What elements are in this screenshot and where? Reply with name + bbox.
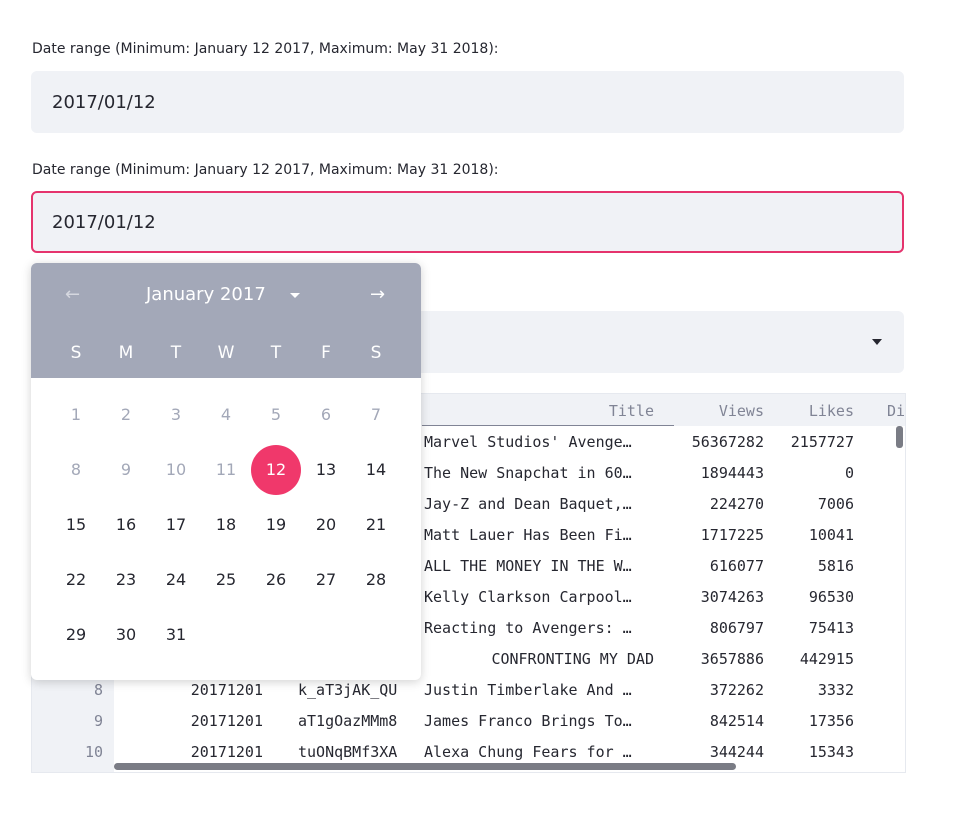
cell-views: 1717225 — [700, 526, 764, 544]
cell-views: 3657886 — [700, 650, 764, 668]
calendar-day[interactable]: 26 — [251, 555, 301, 605]
cell-video-id: aT1gOazMMm8 — [298, 712, 398, 730]
date-input-1[interactable] — [32, 72, 903, 132]
cell-views: 616077 — [709, 557, 764, 575]
cell-views: 806797 — [709, 619, 764, 637]
calendar-day: 3 — [170, 405, 182, 424]
calendar-day[interactable]: 17 — [151, 500, 201, 550]
calendar-day: 7 — [370, 405, 382, 424]
calendar-day[interactable]: 22 — [51, 555, 101, 605]
column-header-likes[interactable]: Likes — [772, 402, 854, 420]
cell-title: The New Snapchat in 60… — [424, 464, 632, 482]
calendar-day[interactable]: 20 — [301, 500, 351, 550]
horizontal-scrollbar[interactable] — [114, 763, 736, 770]
row-index: 10 — [84, 743, 103, 761]
cell-likes: 15343 — [808, 743, 854, 761]
date-input-1-wrapper — [31, 71, 904, 133]
calendar-day[interactable]: 13 — [301, 445, 351, 495]
calendar-day: 5 — [270, 405, 282, 424]
cell-likes: 3332 — [817, 681, 854, 699]
date-range-label-1: Date range (Minimum: January 12 2017, Ma… — [32, 41, 499, 57]
cell-likes: 17356 — [808, 712, 854, 730]
column-header-views[interactable]: Views — [672, 402, 764, 420]
cell-views: 372262 — [709, 681, 764, 699]
cell-views: 56367282 — [691, 433, 764, 451]
table-row[interactable]: 9 20171201 aT1gOazMMm8 James Franco Brings … — [32, 706, 905, 737]
cell-title: Matt Lauer Has Been Fi… — [424, 526, 632, 544]
cell-title: CONFRONTING MY DAD — [491, 650, 654, 668]
calendar-day[interactable]: 27 — [301, 555, 351, 605]
row-index: 9 — [93, 712, 103, 730]
calendar-day: 6 — [320, 405, 332, 424]
cell-title: Kelly Clarkson Carpool… — [424, 588, 632, 606]
cell-views: 3074263 — [700, 588, 764, 606]
calendar-day: 9 — [120, 460, 132, 479]
calendar-day[interactable]: 31 — [151, 610, 201, 660]
calendar-day[interactable]: 16 — [101, 500, 151, 550]
cell-likes: 5816 — [817, 557, 854, 575]
cell-title: James Franco Brings To… — [424, 712, 632, 730]
column-header-title[interactable]: Title — [572, 402, 654, 420]
cell-date: 20171201 — [190, 712, 263, 730]
cell-title: Marvel Studios' Avenge… — [424, 433, 632, 451]
calendar-day: 1 — [70, 405, 82, 424]
calendar-day: 2 — [120, 405, 132, 424]
cell-views: 224270 — [709, 495, 764, 513]
calendar-day[interactable]: 18 — [201, 500, 251, 550]
calendar-day[interactable]: 19 — [251, 500, 301, 550]
cell-title: Jay-Z and Dean Baquet,… — [424, 495, 632, 513]
cell-title: Reacting to Avengers: … — [424, 619, 632, 637]
calendar-day[interactable]: 14 — [351, 445, 401, 495]
calendar-day: 8 — [70, 460, 82, 479]
cell-likes: 442915 — [799, 650, 854, 668]
calendar-day: 10 — [165, 460, 187, 479]
cell-views: 1894443 — [700, 464, 764, 482]
cell-likes: 96530 — [808, 588, 854, 606]
calendar-day[interactable]: 23 — [101, 555, 151, 605]
cell-likes: 0 — [844, 464, 854, 482]
cell-likes: 7006 — [817, 495, 854, 513]
cell-likes: 75413 — [808, 619, 854, 637]
calendar-day: 11 — [215, 460, 237, 479]
calendar-day: 4 — [220, 405, 232, 424]
date-input-2-wrapper — [31, 191, 904, 253]
calendar-day-selected[interactable]: 12 — [251, 445, 301, 495]
date-range-label-2: Date range (Minimum: January 12 2017, Ma… — [32, 162, 499, 178]
cell-title: Justin Timberlake And … — [424, 681, 632, 699]
cell-likes: 2157727 — [790, 433, 854, 451]
calendar-day[interactable]: 28 — [351, 555, 401, 605]
date-input-2[interactable] — [33, 193, 902, 251]
vertical-scrollbar[interactable] — [896, 426, 903, 448]
cell-views: 842514 — [709, 712, 764, 730]
calendar-popup: ← January 2017 → SMTWTFS 1 2 3 4 5 6 7 8 9 10 11 12… — [31, 263, 421, 680]
calendar-day[interactable]: 21 — [351, 500, 401, 550]
calendar-day[interactable]: 15 — [51, 500, 101, 550]
calendar-day[interactable]: 29 — [51, 610, 101, 660]
calendar-day[interactable]: 24 — [151, 555, 201, 605]
header-underline — [422, 425, 674, 426]
cell-title: ALL THE MONEY IN THE W… — [424, 557, 632, 575]
cell-likes: 10041 — [808, 526, 854, 544]
calendar-day[interactable]: 25 — [201, 555, 251, 605]
calendar-day[interactable]: 30 — [101, 610, 151, 660]
column-header-di[interactable]: Di — [887, 402, 905, 420]
chevron-down-icon — [872, 339, 882, 345]
